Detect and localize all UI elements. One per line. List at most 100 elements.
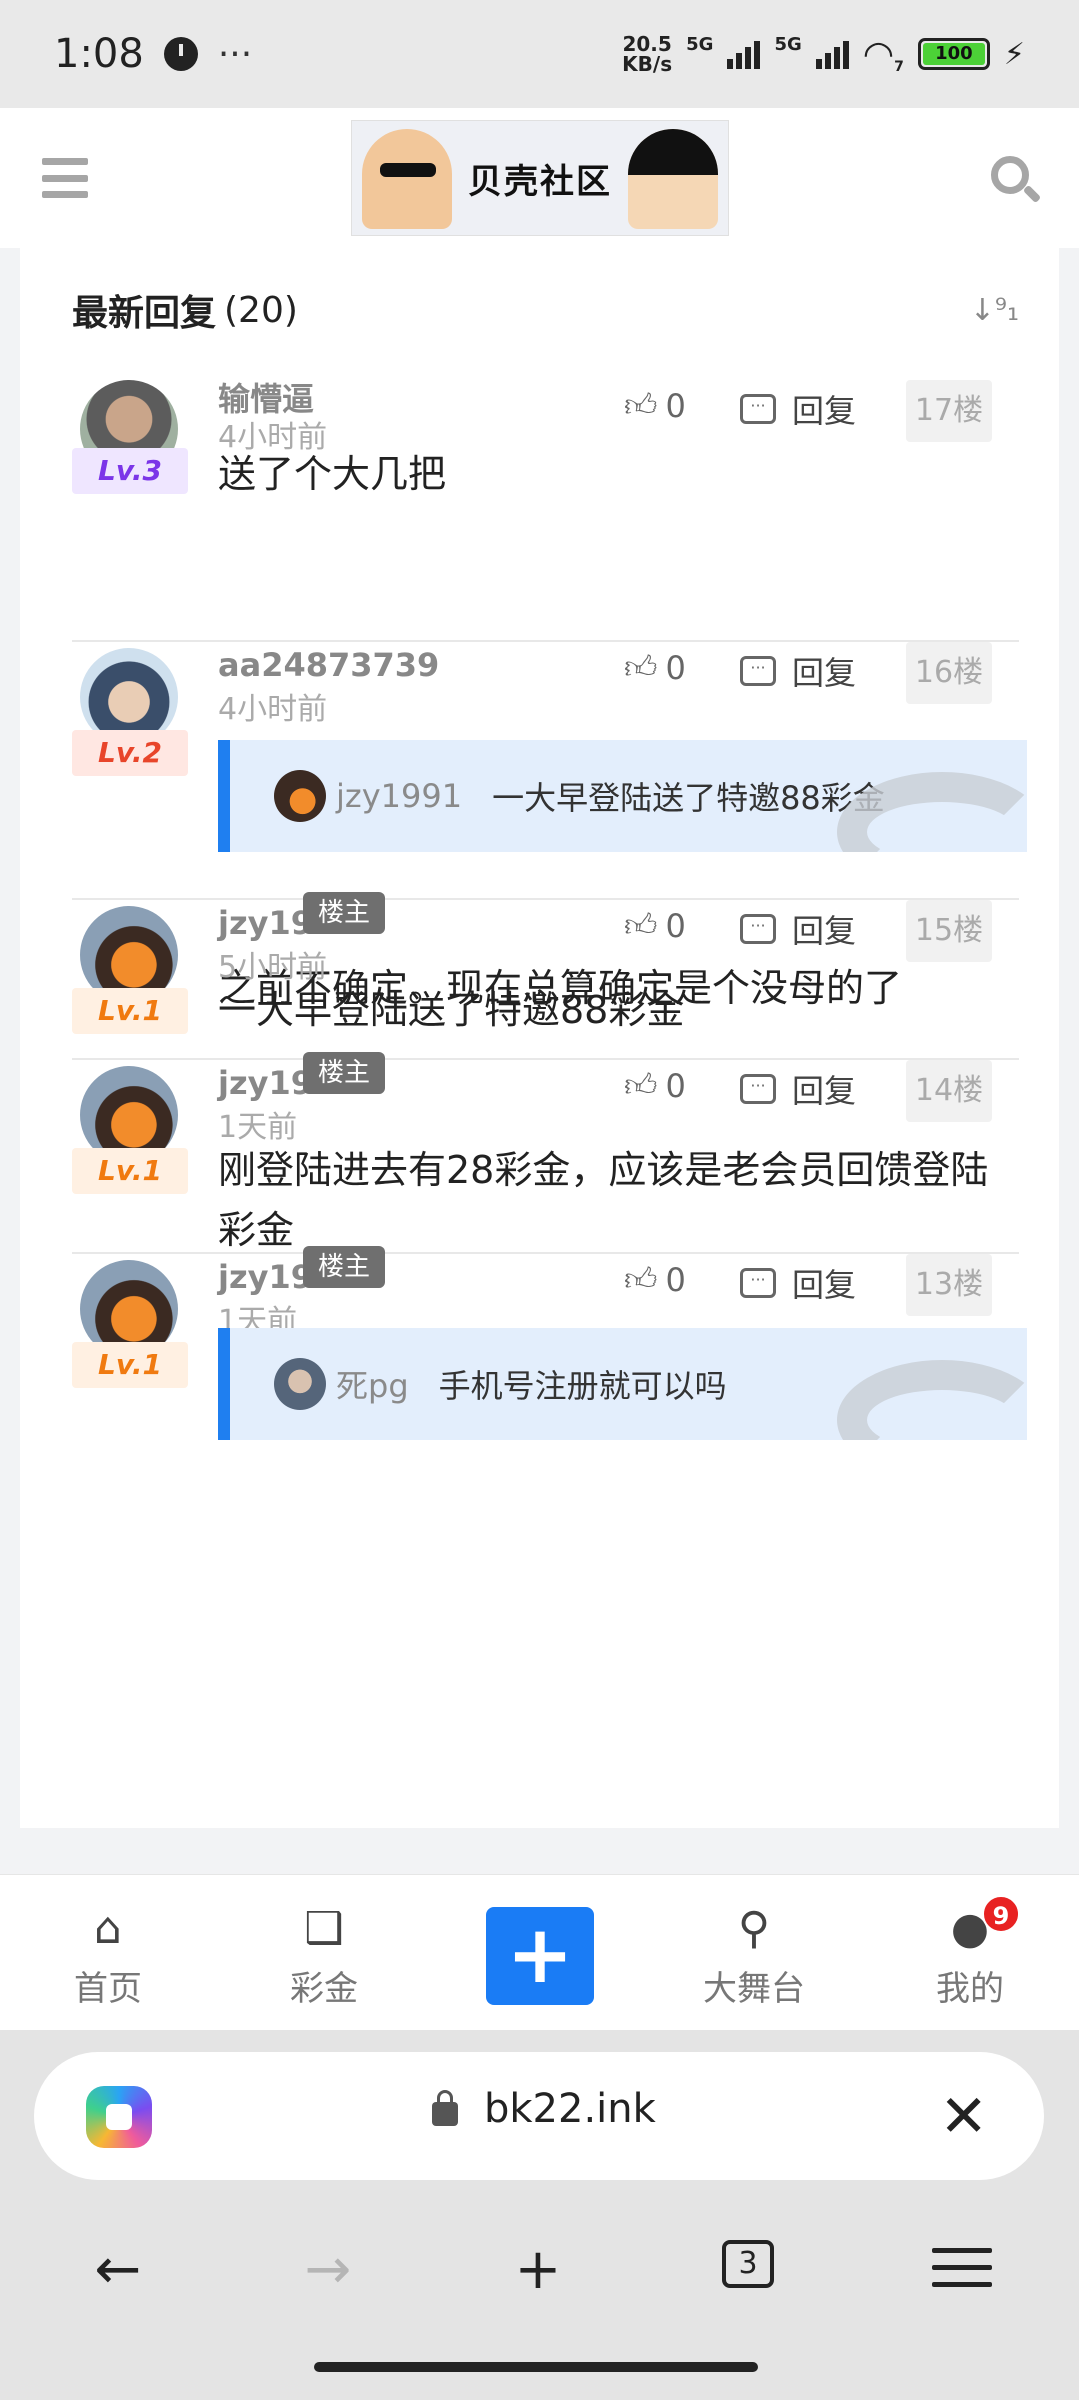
tab-count: 3	[722, 2240, 774, 2288]
level-badge: Lv.1	[72, 1148, 188, 1194]
like-count: 0	[665, 1066, 686, 1105]
nav-bonus[interactable]: ❑ 彩金	[254, 1903, 394, 2010]
quote-username: 死pg	[336, 1367, 409, 1405]
like-count: 0	[665, 906, 686, 945]
replies-list: Lv.3 输懵逼 4小时前 👍︎ 0 ··· 回复 17楼 送了个大几把 Lv.2 aa248737…	[20, 248, 1059, 1828]
comment-icon: ···	[740, 1074, 776, 1104]
browser-menu-button[interactable]	[922, 2240, 1002, 2287]
reply-button[interactable]: ··· 回复	[740, 648, 856, 694]
quote-decoration	[837, 1360, 1027, 1440]
home-indicator	[314, 2362, 758, 2372]
comment-icon: ···	[740, 656, 776, 686]
comment-icon: ···	[740, 1268, 776, 1298]
gift-icon: ❑	[304, 1903, 344, 1954]
floor-number: 16楼	[906, 642, 992, 704]
browser-toolbar: bk22.ink ✕ ← → + 3	[0, 2030, 1079, 2400]
floor-number: 14楼	[906, 1060, 992, 1122]
site-header: 贝壳社区	[0, 108, 1079, 248]
tabs-button[interactable]: 3	[708, 2240, 788, 2288]
home-icon: ⌂	[94, 1903, 122, 1954]
nav-stage[interactable]: ⚲ 大舞台	[684, 1903, 824, 2010]
level-badge: Lv.1	[72, 1342, 188, 1388]
wifi-label: 7	[894, 58, 904, 75]
nav-home[interactable]: ⌂ 首页	[38, 1903, 178, 2010]
reply-label: 回复	[792, 1072, 857, 1110]
quote-avatar	[274, 770, 326, 822]
forward-button[interactable]: →	[288, 2240, 368, 2300]
author-badge: 楼主	[303, 892, 385, 934]
like-count: 0	[665, 1260, 686, 1299]
notification-badge: 9	[982, 1895, 1020, 1933]
reply-item: Lv.1 jzy19 楼主 5小时前 👍︎ 0 ··· 回复 15楼 一大早登陆送了特邀88彩金	[20, 892, 1059, 1060]
nav-stage-label: 大舞台	[703, 1969, 805, 2009]
reply-label: 回复	[792, 912, 857, 950]
reply-item: Lv.1 jzy19 楼主 1天前 👍︎ 0 ··· 回复 14楼 刚登陆进去有28彩金，应该是老…	[20, 1052, 1059, 1254]
reply-label: 回复	[792, 654, 857, 692]
close-icon[interactable]: ✕	[939, 2086, 988, 2146]
more-notifications-icon: ···	[217, 33, 253, 75]
back-button[interactable]: ←	[78, 2240, 158, 2300]
status-bar: 1:08 ··· 20.5 KB/s 5G 5G ◠ 7 100 ⚡	[0, 0, 1079, 108]
search-icon[interactable]	[991, 156, 1042, 206]
reply-button[interactable]: ··· 回复	[740, 1066, 856, 1112]
nav-mine-label: 我的	[936, 1969, 1004, 2009]
signal-icon	[727, 39, 761, 69]
reply-item: Lv.2 aa24873739 4小时前 👍︎ 0 ··· 回复 16楼 jzy1991 一大早登…	[20, 642, 1059, 1010]
like-button[interactable]: 👍︎ 0	[624, 648, 686, 687]
quote-avatar	[274, 1358, 326, 1410]
copilot-icon[interactable]	[86, 2086, 152, 2148]
quoted-reply[interactable]: jzy1991 一大早登陆送了特邀88彩金	[218, 740, 1027, 852]
logo-text: 贝壳社区	[468, 161, 612, 202]
address-bar[interactable]: bk22.ink ✕	[34, 2052, 1044, 2180]
thumbs-up-icon: 👍︎	[624, 386, 658, 424]
network-speed: 20.5 KB/s	[622, 32, 673, 76]
comment-icon: ···	[740, 394, 776, 424]
nav-bonus-label: 彩金	[290, 1969, 358, 2009]
post-time: 4小时前	[218, 692, 328, 727]
logo-character-right	[628, 129, 718, 229]
thumbs-up-icon: 👍︎	[624, 906, 658, 944]
reply-button[interactable]: ··· 回复	[740, 906, 856, 952]
reply-button[interactable]: ··· 回复	[740, 386, 856, 432]
reply-item: Lv.3 输懵逼 4小时前 👍︎ 0 ··· 回复 17楼 送了个大几把	[20, 380, 1059, 642]
reply-content: 刚登陆进去有28彩金，应该是老会员回馈登陆彩金	[218, 1148, 989, 1252]
menu-icon[interactable]	[42, 158, 88, 198]
nav-mine[interactable]: ● 9 我的	[900, 1895, 1040, 2010]
username[interactable]: jzy19	[218, 1064, 313, 1102]
thumbs-up-icon: 👍︎	[624, 1066, 658, 1104]
quote-username: jzy1991	[336, 777, 463, 815]
like-button[interactable]: 👍︎ 0	[624, 386, 686, 425]
like-button[interactable]: 👍︎ 0	[624, 1066, 686, 1105]
menu-icon	[932, 2248, 992, 2287]
quote-text: 一大早登陆送了特邀88彩金	[492, 779, 885, 817]
battery-icon: 100	[917, 38, 990, 70]
comment-icon: ···	[740, 914, 776, 944]
nav-home-label: 首页	[74, 1969, 142, 2009]
clock: 1:08	[54, 31, 144, 77]
url-text[interactable]: bk22.ink	[484, 2086, 656, 2132]
like-count: 0	[665, 386, 686, 425]
quote-text: 手机号注册就可以吗	[438, 1367, 727, 1405]
sim2-label: 5G	[774, 33, 802, 55]
reply-button[interactable]: ··· 回复	[740, 1260, 856, 1306]
username[interactable]: aa24873739	[218, 646, 439, 684]
username[interactable]: jzy19	[218, 904, 313, 942]
new-tab-button[interactable]: +	[498, 2240, 578, 2300]
reply-label: 回复	[792, 392, 857, 430]
reply-label: 回复	[792, 1266, 857, 1304]
floor-number: 17楼	[906, 380, 992, 442]
signal-icon	[815, 39, 849, 69]
quoted-reply[interactable]: 死pg 手机号注册就可以吗	[218, 1328, 1027, 1440]
author-badge: 楼主	[303, 1052, 385, 1094]
thumbs-up-icon: 👍︎	[624, 1260, 658, 1298]
like-button[interactable]: 👍︎ 0	[624, 1260, 686, 1299]
username[interactable]: jzy19	[218, 1258, 313, 1296]
lock-icon	[432, 2090, 458, 2126]
logo-character-left	[362, 129, 452, 229]
site-logo[interactable]: 贝壳社区	[351, 120, 729, 236]
add-post-button[interactable]: +	[486, 1907, 594, 2005]
do-not-disturb-icon	[163, 37, 198, 71]
reply-item: Lv.1 jzy19 楼主 1天前 👍︎ 0 ··· 回复 13楼 死pg 手机号注册就可以吗	[20, 1246, 1059, 1440]
author-badge: 楼主	[303, 1246, 385, 1288]
like-button[interactable]: 👍︎ 0	[624, 906, 686, 945]
